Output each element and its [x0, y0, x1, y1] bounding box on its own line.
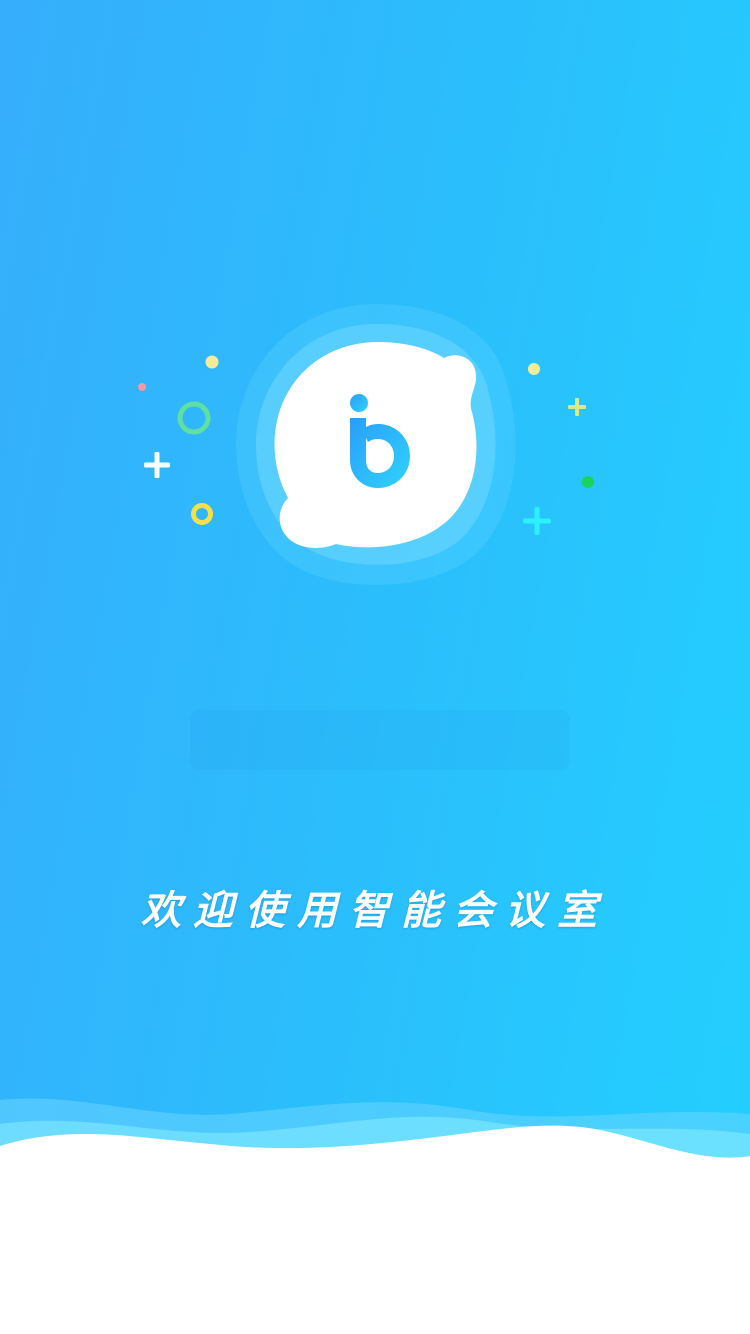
decor-ring-green-icon [177, 401, 211, 435]
decor-dot-yellow-icon [205, 355, 219, 369]
faded-title-decoration [190, 710, 570, 770]
decor-ring-yellow-icon [191, 503, 213, 525]
bottom-wave [0, 1094, 750, 1334]
decor-plus-cyan-icon [523, 507, 551, 535]
decor-plus-yellow-icon [568, 398, 586, 416]
decor-dot-pink-icon [138, 383, 146, 391]
welcome-text: 欢迎使用智能会议室 [141, 887, 609, 934]
splash-screen: 欢迎使用智能会议室 [0, 0, 750, 1334]
decor-dot-green-icon [582, 476, 594, 488]
app-logo-icon [232, 300, 520, 590]
decor-dot-yellow-right-icon [528, 363, 540, 375]
decor-plus-white-icon [144, 452, 170, 478]
